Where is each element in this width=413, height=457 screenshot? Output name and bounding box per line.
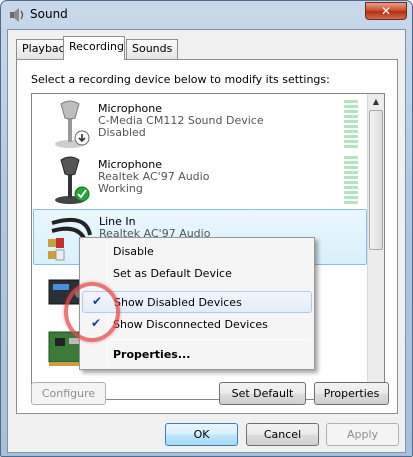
menu-item-set-default-device[interactable]: Set as Default Device — [82, 263, 312, 285]
sound-dialog: Sound ✕ Playback Recording Sounds Select… — [0, 0, 413, 457]
device-status: Working — [98, 182, 143, 195]
menu-item-label: Set as Default Device — [113, 267, 232, 280]
close-button[interactable]: ✕ — [365, 2, 407, 20]
menu-item-properties[interactable]: Properties... — [82, 344, 312, 366]
menu-item-label: Show Disconnected Devices — [113, 318, 268, 331]
title-bar[interactable]: Sound ✕ — [1, 1, 412, 29]
speaker-icon — [10, 8, 24, 22]
properties-button[interactable]: Properties — [314, 382, 389, 405]
close-icon: ✕ — [380, 4, 392, 18]
configure-button[interactable]: Configure — [31, 382, 106, 405]
scroll-thumb[interactable] — [369, 110, 383, 250]
level-meter — [344, 100, 358, 148]
window-title: Sound — [30, 7, 68, 21]
cancel-button[interactable]: Cancel — [246, 423, 319, 446]
microphone-disabled-icon — [55, 100, 90, 148]
set-default-button[interactable]: Set Default — [219, 382, 306, 405]
vertical-scrollbar[interactable]: ▲ ▼ — [367, 94, 384, 399]
tab-label: Sounds — [132, 42, 173, 55]
instructions-text: Select a recording device below to modif… — [31, 73, 330, 86]
menu-item-disable[interactable]: Disable — [82, 241, 312, 263]
menu-separator — [110, 339, 310, 340]
menu-item-label: Disable — [113, 245, 154, 258]
list-item[interactable]: Microphone C-Media CM112 Sound Device Di… — [33, 97, 367, 153]
device-status: Disabled — [98, 126, 146, 139]
annotation-circle — [64, 282, 120, 342]
tab-sounds[interactable]: Sounds — [126, 39, 179, 59]
list-item[interactable]: Microphone Realtek AC'97 Audio Working — [33, 153, 367, 209]
microphone-default-icon — [55, 156, 90, 204]
level-meter — [344, 156, 358, 204]
menu-item-label: Show Disabled Devices — [114, 296, 242, 309]
menu-item-label: Properties... — [113, 348, 191, 361]
apply-button[interactable]: Apply — [326, 423, 399, 446]
tab-recording[interactable]: Recording — [63, 36, 125, 60]
ok-button[interactable]: OK — [165, 423, 238, 446]
scroll-up-icon[interactable]: ▲ — [371, 97, 381, 107]
tab-label: Recording — [69, 40, 125, 53]
